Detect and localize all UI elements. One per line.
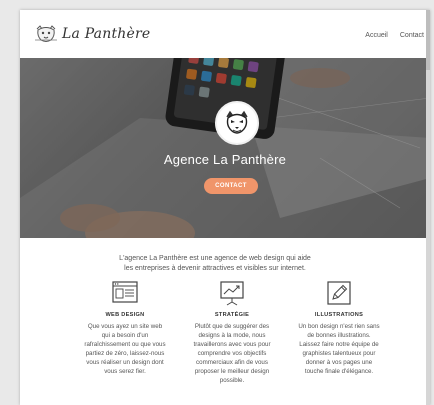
- feature-line: partiez de zéro, laissez-nous: [85, 350, 165, 357]
- feature-illustrations: ILLUSTRATIONS Un bon design n'est rien s…: [289, 280, 389, 376]
- feature-line: de bonnes illustrations.: [307, 332, 371, 339]
- site-header: La Panthère Accueil Contact: [20, 10, 430, 58]
- feature-line: donner à vos pages une: [305, 359, 373, 366]
- panther-badge: [215, 101, 259, 145]
- feature-line: Laissez faire notre équipe de: [299, 341, 379, 348]
- panther-head-icon: [226, 110, 248, 134]
- feature-line: qui a besoin d'un: [101, 332, 149, 339]
- nav-item-accueil[interactable]: Accueil: [365, 32, 388, 39]
- feature-description: Un bon design n'est rien sans de bonnes …: [289, 322, 389, 376]
- feature-line: designs à la mode, nous: [198, 332, 266, 339]
- feature-line: Plutôt que de suggérer des: [194, 323, 270, 330]
- web-design-icon: [112, 281, 138, 303]
- main-nav: Accueil Contact: [353, 32, 424, 39]
- feature-description: Plutôt que de suggérer des designs à la …: [182, 322, 282, 385]
- brand-logo[interactable]: La Panthère: [34, 24, 150, 44]
- page-scrollbar[interactable]: [426, 10, 430, 405]
- feature-line: proposer le meilleur design: [194, 368, 270, 375]
- strategy-icon: [220, 281, 244, 306]
- nav-item-contact[interactable]: Contact: [400, 32, 424, 39]
- feature-line: travaillerons avec vous pour: [193, 341, 271, 348]
- intro-line-1: L'agence La Panthère est une agence de w…: [119, 255, 311, 262]
- feature-line: vous réaliser un design dont: [86, 359, 164, 366]
- panther-logo-icon: [35, 25, 57, 42]
- contact-button[interactable]: CONTACT: [204, 178, 258, 194]
- intro-line-2: les entreprises à devenir attractives et…: [124, 265, 306, 272]
- feature-line: possible.: [219, 377, 245, 384]
- hero-overlay: [20, 58, 430, 238]
- scrollbar-thumb[interactable]: [426, 10, 430, 70]
- feature-description: Que vous ayez un site web qui a besoin d…: [75, 322, 175, 376]
- feature-line: vous serez fier.: [104, 368, 146, 375]
- feature-web-design: WEB DESIGN Que vous ayez un site web qui…: [75, 280, 175, 376]
- feature-line: Que vous ayez un site web: [87, 323, 163, 330]
- feature-title: WEB DESIGN: [105, 312, 145, 318]
- hero-title: Agence La Panthère: [163, 152, 287, 167]
- feature-line: graphistes talentueux pour: [302, 350, 376, 357]
- feature-strategy: STRATÉGIE Plutôt que de suggérer des des…: [182, 280, 282, 385]
- hero-section: Agence La Panthère CONTACT: [20, 58, 430, 238]
- brand-name: La Panthère: [62, 26, 151, 42]
- intro-text: L'agence La Panthère est une agence de w…: [20, 254, 430, 274]
- feature-line: comprendre vos objectifs: [197, 350, 267, 357]
- feature-line: commerciaux afin de vous: [196, 359, 268, 366]
- feature-title: ILLUSTRATIONS: [314, 312, 364, 318]
- feature-line: Un bon design n'est rien sans: [298, 323, 380, 330]
- feature-line: rafraîchissement ou que vous: [84, 341, 166, 348]
- feature-line: touche finale d'élégance.: [304, 368, 374, 375]
- illustration-icon: [327, 281, 351, 305]
- feature-title: STRATÉGIE: [214, 312, 250, 318]
